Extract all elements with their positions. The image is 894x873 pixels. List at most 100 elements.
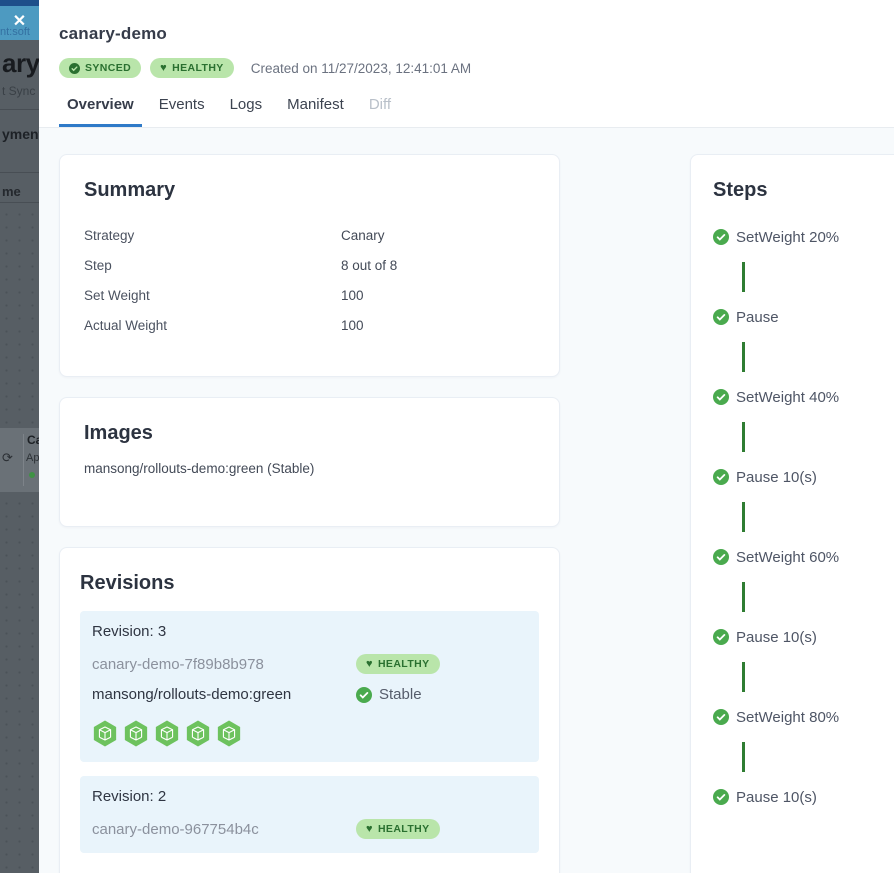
step-label: Pause 10(s) [736, 469, 817, 486]
step-item: Pause 10(s) [713, 467, 894, 487]
summary-row-label: Strategy [84, 228, 341, 243]
images-card: Images mansong/rollouts-demo:green (Stab… [59, 397, 560, 527]
health-status-badge: ♥ HEALTHY [150, 58, 234, 78]
background-dot-grid [0, 497, 39, 873]
steps-card: Steps SetWeight 20% Pause SetWeight 40% … [690, 154, 894, 873]
step-connector [742, 422, 745, 452]
background-dot-grid [0, 208, 39, 426]
revision-name: Revision: 2 [92, 788, 527, 805]
background-deployment-fragment: yment [2, 126, 39, 142]
image-item: mansong/rollouts-demo:green (Stable) [84, 461, 535, 476]
step-label: Pause 10(s) [736, 789, 817, 806]
check-circle-icon [356, 687, 372, 703]
step-check-icon [713, 789, 729, 805]
page-title: canary-demo [59, 24, 874, 44]
tab-overview[interactable]: Overview [59, 96, 142, 127]
step-item: SetWeight 20% [713, 227, 894, 247]
step-item: Pause 10(s) [713, 787, 894, 807]
step-item: SetWeight 40% [713, 387, 894, 407]
stable-indicator: Stable [356, 686, 422, 703]
tab-bar: Overview Events Logs Manifest Diff [59, 96, 874, 127]
summary-row-label: Actual Weight [84, 318, 341, 333]
revision-item: Revision: 2 canary-demo-967754b4c ♥ HEAL… [80, 776, 539, 853]
step-item: SetWeight 60% [713, 547, 894, 567]
pod-list [92, 719, 242, 748]
step-check-icon [713, 549, 729, 565]
status-row: SYNCED ♥ HEALTHY Created on 11/27/2023, … [59, 58, 874, 78]
background-sync-fragment: t Sync [2, 84, 35, 98]
tab-events[interactable]: Events [151, 96, 213, 127]
step-label: Pause [736, 309, 779, 326]
close-icon: ✕ [0, 10, 39, 34]
revision-name: Revision: 3 [92, 623, 527, 640]
step-check-icon [713, 229, 729, 245]
replicaset-name: canary-demo-967754b4c [92, 821, 356, 838]
heart-icon: ♥ [366, 824, 373, 835]
revision-replicaset-row: canary-demo-967754b4c ♥ HEALTHY [92, 819, 527, 839]
summary-row: Actual Weight 100 [84, 310, 535, 340]
replicaset-health-badge: ♥ HEALTHY [356, 654, 440, 674]
replicaset-health-label: HEALTHY [378, 658, 430, 670]
step-check-icon [713, 469, 729, 485]
app-refresh-icon: ⟳ [2, 450, 13, 466]
step-label: SetWeight 80% [736, 709, 839, 726]
step-check-icon [713, 709, 729, 725]
tile-health-dot [29, 472, 35, 478]
close-panel-button[interactable]: nt:soft ✕ [0, 6, 39, 40]
revision-image-row: mansong/rollouts-demo:green Stable [92, 686, 527, 703]
background-divider [0, 109, 39, 110]
summary-row-value: 100 [341, 288, 364, 303]
panel-header: canary-demo SYNCED ♥ HEALTHY Created on … [39, 0, 894, 128]
tile-title-fragment: Ca [27, 433, 39, 447]
pod-icon [185, 719, 211, 748]
summary-row-label: Step [84, 258, 341, 273]
summary-row: Step 8 out of 8 [84, 250, 535, 280]
step-label: SetWeight 20% [736, 229, 839, 246]
tab-diff: Diff [361, 96, 399, 127]
sync-status-badge: SYNCED [59, 58, 141, 78]
step-check-icon [713, 629, 729, 645]
summary-row-value: 100 [341, 318, 364, 333]
health-status-label: HEALTHY [172, 62, 224, 74]
step-connector [742, 582, 745, 612]
revision-replicaset-row: canary-demo-7f89b8b978 ♥ HEALTHY [92, 654, 527, 674]
step-connector [742, 742, 745, 772]
step-label: SetWeight 40% [736, 389, 839, 406]
step-check-icon [713, 309, 729, 325]
revisions-title: Revisions [80, 572, 539, 595]
background-column-header-fragment: me [2, 184, 21, 199]
revisions-card: Revisions Revision: 3 canary-demo-7f89b8… [59, 547, 560, 873]
sync-status-label: SYNCED [85, 62, 131, 74]
revision-image: mansong/rollouts-demo:green [92, 686, 356, 703]
created-timestamp: Created on 11/27/2023, 12:41:01 AM [251, 61, 471, 76]
step-label: Pause 10(s) [736, 629, 817, 646]
revision-pods-row [92, 715, 527, 748]
dimmed-background: nt:soft ✕ ary- t Sync yment me ⟳ Ca Ap [0, 0, 39, 873]
summary-row-value: Canary [341, 228, 385, 243]
step-connector [742, 502, 745, 532]
check-circle-icon [69, 63, 80, 74]
step-check-icon [713, 389, 729, 405]
left-column: Summary Strategy Canary Step 8 out of 8 … [59, 154, 560, 873]
step-item: Pause 10(s) [713, 627, 894, 647]
revision-item: Revision: 3 canary-demo-7f89b8b978 ♥ HEA… [80, 611, 539, 762]
step-connector [742, 662, 745, 692]
summary-row-value: 8 out of 8 [341, 258, 397, 273]
tile-sub-fragment: Ap [26, 452, 39, 464]
pod-icon [123, 719, 149, 748]
step-item: Pause [713, 307, 894, 327]
summary-card: Summary Strategy Canary Step 8 out of 8 … [59, 154, 560, 377]
rollout-details-panel: canary-demo SYNCED ♥ HEALTHY Created on … [39, 0, 894, 873]
background-heading-fragment: ary- [2, 48, 39, 79]
step-item: SetWeight 80% [713, 707, 894, 727]
stable-label: Stable [379, 686, 422, 703]
tab-logs[interactable]: Logs [222, 96, 271, 127]
summary-title: Summary [84, 179, 535, 202]
pod-icon [154, 719, 180, 748]
overview-content: Summary Strategy Canary Step 8 out of 8 … [39, 128, 894, 873]
replicaset-health-label: HEALTHY [378, 823, 430, 835]
heart-icon: ♥ [366, 659, 373, 670]
heart-icon: ♥ [160, 63, 167, 74]
images-title: Images [84, 422, 535, 445]
tab-manifest[interactable]: Manifest [279, 96, 352, 127]
